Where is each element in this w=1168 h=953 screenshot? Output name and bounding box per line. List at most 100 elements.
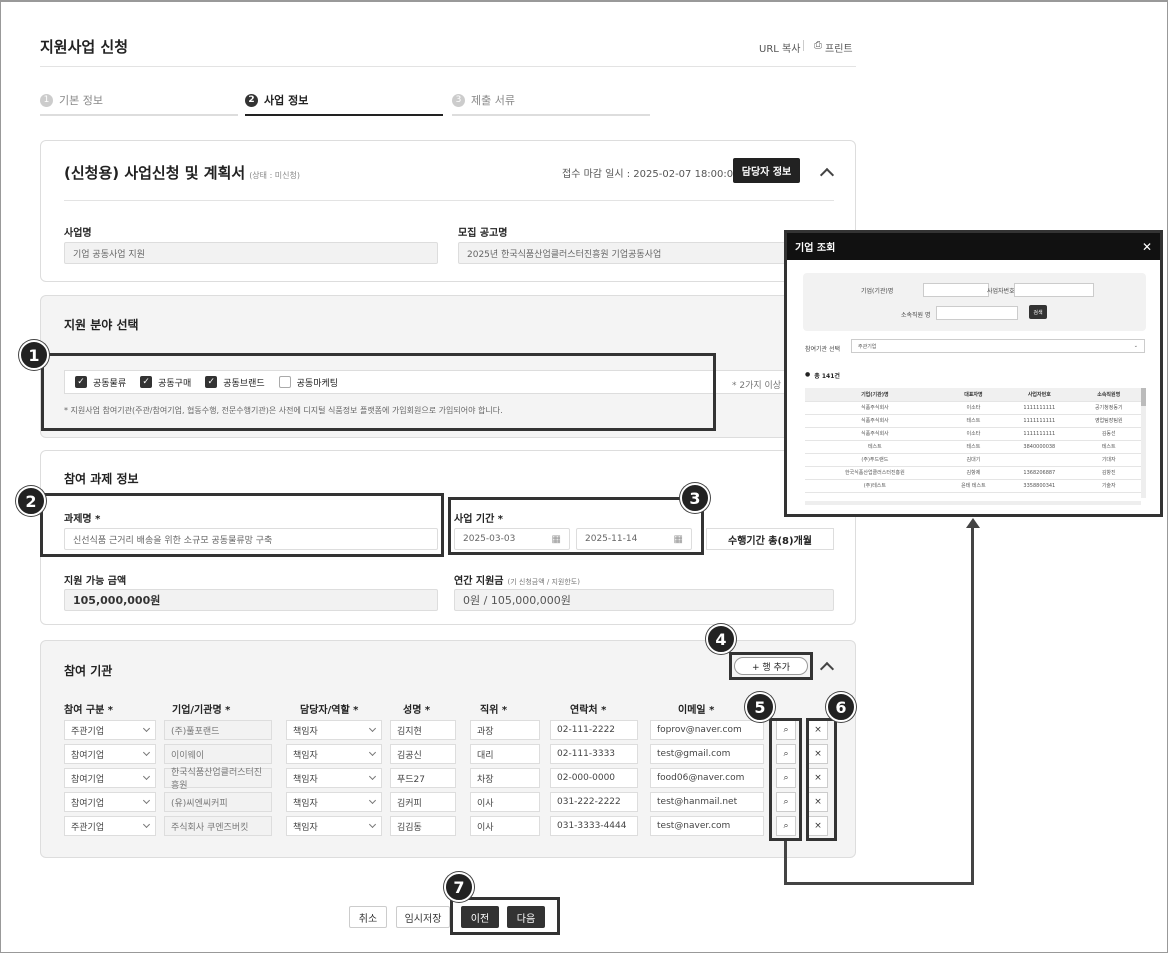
org-cell-role[interactable]: 책임자	[286, 816, 382, 836]
org-cell-phone[interactable]: 031-3333-4444	[550, 816, 638, 836]
popup-hscrollbar[interactable]	[805, 501, 1141, 505]
org-cell-role[interactable]: 책임자	[286, 720, 382, 740]
org-type-select[interactable]: 주관기업 ⌄	[851, 339, 1145, 353]
org-cell-role[interactable]: 책임자	[286, 744, 382, 764]
col-phone: 연락처 *	[570, 705, 607, 716]
annotation-box-2	[40, 493, 444, 557]
popup-table-row[interactable]: 한국식품산업클러스터진흥원 김항제 1368206887 김항진	[805, 466, 1141, 480]
arrow-up-icon	[966, 518, 980, 528]
org-cell-org[interactable]: 한국식품산업클러스터진흥원	[164, 768, 272, 791]
popup-table-row[interactable]: 테스트 테스트 3840000038 테스트	[805, 440, 1141, 454]
org-cell-type[interactable]: 주관기업	[64, 720, 156, 740]
chevron-down-icon	[142, 796, 151, 805]
popup-table-row[interactable]: 식품주식회사 이소타 1111111111 김동선	[805, 427, 1141, 441]
staff-input[interactable]	[936, 306, 1018, 320]
org-cell-phone[interactable]: 02-111-3333	[550, 744, 638, 764]
popup-cell: 테스트	[944, 414, 1003, 428]
chevron-down-icon	[142, 724, 151, 733]
org-cell-name[interactable]: 푸드27	[390, 768, 456, 788]
chevron-down-icon	[368, 772, 377, 781]
org-cell-name[interactable]: 김지현	[390, 720, 456, 740]
org-cell-pos[interactable]: 과장	[470, 720, 540, 740]
col-role: 담당자/역할 *	[300, 705, 359, 716]
org-cell-email[interactable]: test@naver.com	[650, 816, 764, 836]
org-cell-pos[interactable]: 대리	[470, 744, 540, 764]
temp-save-button[interactable]: 임시저장	[396, 906, 450, 928]
col-type: 참여 구분 *	[64, 705, 113, 716]
biz-name-label: 사업명	[64, 228, 92, 239]
popup-cell: 테스트	[1076, 440, 1141, 454]
popup-scrollbar[interactable]	[1141, 388, 1146, 498]
popup-cell: 기술자	[1076, 479, 1141, 493]
orgs-title: 참여 기관	[64, 664, 113, 678]
popup-cell: 윤테 테스트	[944, 479, 1003, 493]
step-documents[interactable]: 3 제출 서류	[452, 92, 515, 108]
org-cell-org[interactable]: (주)풀포랜드	[164, 720, 272, 740]
org-cell-name[interactable]: 김김동	[390, 816, 456, 836]
org-cell-type[interactable]: 주관기업	[64, 816, 156, 836]
popup-cell: 김대기	[944, 453, 1003, 467]
close-icon[interactable]: ✕	[1142, 240, 1152, 254]
org-cell-org[interactable]: 이이웨이	[164, 744, 272, 764]
popup-cell: 한국식품산업클러스터진흥원	[805, 466, 945, 480]
popup-col-bizno: 사업자번호	[1002, 388, 1077, 402]
annotation-box-6	[806, 718, 837, 841]
step-basic-info[interactable]: 1 기본 정보	[40, 92, 103, 108]
org-cell-role[interactable]: 책임자	[286, 768, 382, 788]
url-copy-link[interactable]: URL 복사	[759, 40, 800, 55]
popup-cell	[1002, 453, 1077, 467]
org-name-input[interactable]	[923, 283, 989, 297]
manager-info-button[interactable]: 담당자 정보	[733, 158, 800, 183]
popup-cell: 이소타	[944, 427, 1003, 441]
scroll-thumb[interactable]	[1141, 388, 1146, 406]
task-title: 참여 과제 정보	[64, 472, 139, 486]
org-cell-pos[interactable]: 이사	[470, 792, 540, 812]
annotation-badge-7: 7	[444, 872, 474, 902]
popup-table-row[interactable]: 식품주식회사 이소타 1111111111 공기청정동기	[805, 401, 1141, 415]
step-underline	[452, 114, 650, 116]
popup-total: ● 총 141건	[805, 371, 840, 380]
popup-search-button[interactable]: 검색	[1029, 305, 1047, 319]
step-business-info[interactable]: 2 사업 정보	[245, 92, 308, 108]
org-cell-phone[interactable]: 02-000-0000	[550, 768, 638, 788]
bizno-input[interactable]	[1014, 283, 1094, 297]
popup-cell: 3840000038	[1002, 440, 1077, 454]
org-cell-type[interactable]: 참여기업	[64, 792, 156, 812]
chevron-down-icon	[368, 820, 377, 829]
connector-line	[971, 527, 974, 885]
popup-col-staff: 소속직원명	[1076, 388, 1141, 402]
popup-cell: 이소타	[944, 401, 1003, 415]
plan-status: (상태 : 미신청)	[249, 171, 301, 180]
org-cell-phone[interactable]: 02-111-2222	[550, 720, 638, 740]
org-cell-type[interactable]: 참여기업	[64, 744, 156, 764]
popup-table-row[interactable]: (주)테스트 윤테 테스트 3358800341 기술자	[805, 479, 1141, 493]
org-cell-phone[interactable]: 031-222-2222	[550, 792, 638, 812]
annotation-box-3	[448, 497, 704, 555]
col-email: 이메일 *	[678, 705, 715, 716]
org-cell-name[interactable]: 김공신	[390, 744, 456, 764]
org-cell-email[interactable]: test@gmail.com	[650, 744, 764, 764]
amount-label: 지원 가능 금액	[64, 576, 127, 587]
popup-table-row[interactable]: 식품주식회사 테스트 1111111111 영업팀장팀원	[805, 414, 1141, 428]
org-cell-org[interactable]: (유)씨엔씨커피	[164, 792, 272, 812]
popup-cell: (주)테스트	[805, 479, 945, 493]
org-cell-email[interactable]: foprov@naver.com	[650, 720, 764, 740]
cancel-button[interactable]: 취소	[349, 906, 387, 928]
org-cell-type[interactable]: 참여기업	[64, 768, 156, 788]
org-cell-email[interactable]: test@hanmail.net	[650, 792, 764, 812]
col-position: 직위 *	[480, 705, 508, 716]
chevron-down-icon	[142, 772, 151, 781]
header-divider	[40, 66, 856, 67]
popup-cell: 김항제	[944, 466, 1003, 480]
connector-line	[784, 882, 974, 885]
org-cell-role[interactable]: 책임자	[286, 792, 382, 812]
org-cell-pos[interactable]: 차장	[470, 768, 540, 788]
print-link[interactable]: ⎙ 프린트	[814, 40, 853, 55]
org-cell-email[interactable]: food06@naver.com	[650, 768, 764, 788]
org-cell-pos[interactable]: 이사	[470, 816, 540, 836]
popup-cell: 3358800341	[1002, 479, 1077, 493]
org-cell-name[interactable]: 김커피	[390, 792, 456, 812]
popup-table-row[interactable]: (주)푸드랜드 김대기 기대자	[805, 453, 1141, 467]
deadline-text: 접수 마감 일시 : 2025-02-07 18:00:00	[562, 169, 740, 180]
org-cell-org[interactable]: 주식회사 쿠엔즈버킷	[164, 816, 272, 836]
